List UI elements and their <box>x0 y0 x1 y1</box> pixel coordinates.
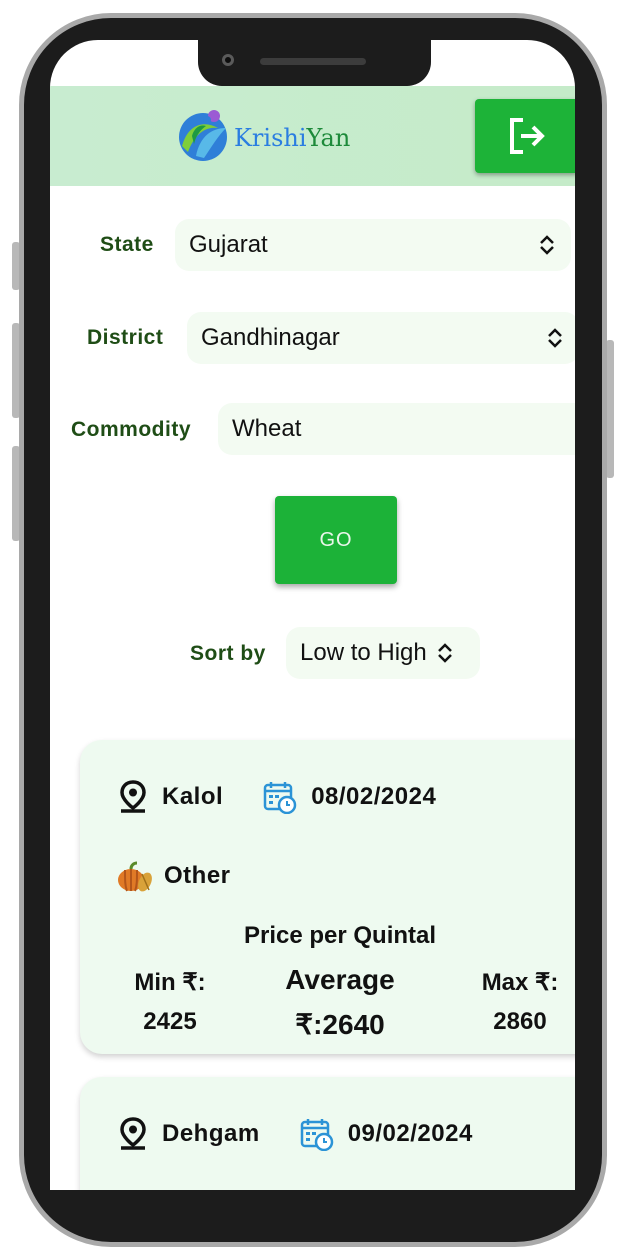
logout-button[interactable] <box>475 99 575 173</box>
sort-chevrons-icon <box>540 235 554 255</box>
market-name: Dehgam <box>162 1120 260 1147</box>
district-label: District <box>87 326 164 349</box>
commodity-label: Commodity <box>71 418 191 441</box>
state-select[interactable]: Gujarat <box>175 219 571 271</box>
location-pin-icon <box>120 1117 146 1150</box>
district-value: Gandhinagar <box>201 324 340 351</box>
state-value: Gujarat <box>189 231 268 258</box>
commodity-input[interactable]: Wheat <box>218 403 575 455</box>
average-price-value: ₹:2640 <box>295 1009 385 1040</box>
max-price-label: Max ₹: <box>481 969 559 996</box>
logout-icon <box>510 118 545 154</box>
commodity-value: Wheat <box>232 415 302 442</box>
calendar-clock-icon <box>300 1119 333 1151</box>
sort-select[interactable]: Low to High <box>286 627 480 679</box>
variety-name: Other <box>164 862 231 889</box>
brand-prefix: Krishi <box>234 124 307 152</box>
front-camera <box>222 54 234 66</box>
produce-icon <box>118 861 152 892</box>
app-logo: KrishiYan <box>174 106 350 164</box>
price-date: 09/02/2024 <box>347 1120 473 1147</box>
price-date: 08/02/2024 <box>311 783 437 810</box>
sort-chevrons-icon <box>548 328 562 348</box>
phone-notch <box>198 20 431 86</box>
earpiece-speaker <box>260 58 366 65</box>
go-button[interactable]: GO <box>275 496 397 584</box>
location-pin-icon <box>120 780 146 813</box>
district-select[interactable]: Gandhinagar <box>187 312 575 364</box>
variety-row: Other <box>116 858 231 894</box>
market-row: Kalol 08/02/2024 <box>118 780 436 814</box>
average-price-label: Average <box>285 964 395 995</box>
sort-value: Low to High <box>300 639 427 666</box>
market-row: Dehgam 09/02/2024 <box>118 1117 473 1151</box>
result-card[interactable]: Kalol 08/02/2024 Other Price per Quintal… <box>80 740 575 1054</box>
state-label: State <box>100 233 154 256</box>
min-price-value: 2425 <box>143 1008 197 1035</box>
brand-name: KrishiYan <box>234 124 350 152</box>
sort-chevrons-icon <box>437 643 452 663</box>
max-price-value: 2860 <box>493 1008 547 1035</box>
app-screen: KrishiYan State Gujarat District Gandhin… <box>50 40 575 1190</box>
power-button <box>606 340 614 478</box>
calendar-clock-icon <box>263 782 297 814</box>
min-price-label: Min ₹: <box>134 969 206 996</box>
result-card[interactable]: Dehgam 09/02/2024 <box>80 1077 575 1190</box>
sort-label: Sort by <box>190 642 266 665</box>
krishiyan-logo-icon <box>174 106 232 164</box>
market-name: Kalol <box>162 783 224 810</box>
app-header: KrishiYan <box>50 86 575 186</box>
brand-suffix: Yan <box>306 124 351 152</box>
price-heading: Price per Quintal <box>243 922 437 949</box>
